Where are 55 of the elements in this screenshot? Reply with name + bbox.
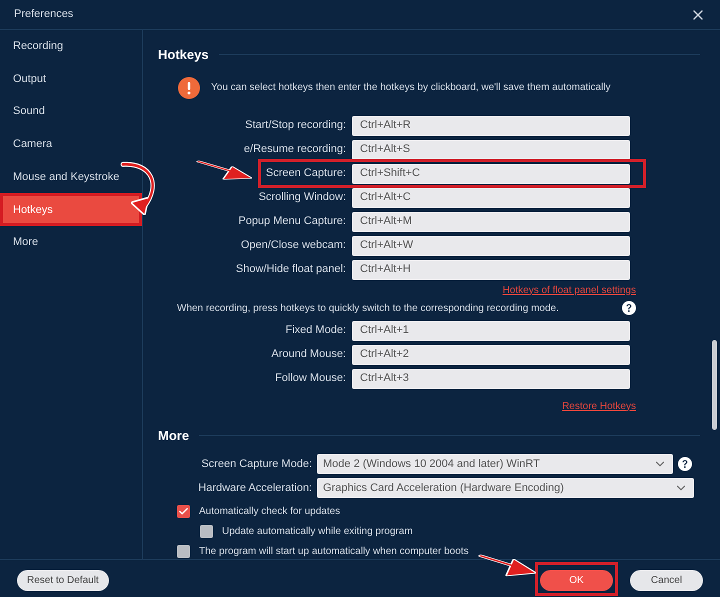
checkbox-label: Automatically check for updates: [199, 505, 340, 519]
hotkey-field[interactable]: Ctrl+Alt+3: [352, 368, 630, 388]
checkbox-label: The program will start up automatically when computer boots: [199, 545, 469, 559]
checkbox-label: Update automatically while exiting program: [222, 525, 413, 539]
checkbox[interactable]: [177, 505, 190, 518]
hotkey-field[interactable]: Ctrl+Alt+S: [352, 140, 630, 160]
sidebar-item[interactable]: Hotkeys: [0, 193, 142, 226]
pointer-arrow: [120, 162, 155, 215]
checkbox[interactable]: [177, 545, 190, 558]
help-icon[interactable]: [678, 457, 692, 471]
mode-note: When recording, press hotkeys to quickly switch to the corresponding recording mode.: [177, 302, 559, 316]
info-text: You can select hotkeys then enter the hotkeys by clickboard, we'll save them automatically: [211, 81, 611, 95]
sidebar-item[interactable]: Mouse and Keystroke: [0, 160, 142, 194]
pointer-arrow: [479, 554, 536, 577]
hotkey-label: Around Mouse:: [271, 347, 346, 362]
dropdown[interactable]: Mode 2 (Windows 10 2004 and later) WinRT: [317, 454, 673, 474]
section-title: More: [158, 426, 190, 444]
hotkey-label: e/Resume recording:: [244, 142, 346, 158]
hotkey-label: Fixed Mode:: [285, 323, 346, 338]
select-label: Hardware Acceleration:: [197, 480, 313, 496]
secondary-button[interactable]: Reset to Default: [17, 570, 109, 590]
sidebar-item[interactable]: Sound: [0, 95, 142, 128]
hotkey-label: Open/Close webcam:: [240, 238, 346, 254]
hotkey-field[interactable]: Ctrl+Alt+M: [352, 212, 630, 232]
hotkey-field[interactable]: Ctrl+Alt+R: [352, 116, 630, 136]
checkbox[interactable]: [200, 525, 213, 538]
secondary-button[interactable]: Cancel: [630, 570, 703, 590]
float-panel-link[interactable]: Hotkeys of float panel settings: [502, 282, 636, 298]
sidebar-item[interactable]: Recording: [0, 30, 142, 63]
warning-icon: [178, 76, 200, 98]
hotkey-label: Scrolling Window:: [258, 190, 346, 206]
hotkey-field[interactable]: Ctrl+Shift+C: [352, 164, 630, 184]
restore-link[interactable]: Restore Hotkeys: [562, 398, 636, 414]
sidebar-item[interactable]: Camera: [0, 128, 142, 161]
hotkey-label: Start/Stop recording:: [245, 118, 346, 134]
hotkey-field[interactable]: Ctrl+Alt+W: [352, 236, 630, 256]
pointer-arrow: [197, 160, 252, 180]
section-title: Hotkeys: [158, 46, 209, 64]
sidebar-item[interactable]: More: [0, 226, 142, 259]
hotkey-field[interactable]: Ctrl+Alt+2: [352, 344, 630, 364]
window-title: Preferences: [14, 7, 74, 22]
hotkey-label: Show/Hide float panel:: [236, 262, 346, 278]
hotkey-label: Follow Mouse:: [275, 371, 346, 386]
ok-button[interactable]: OK: [540, 570, 613, 590]
dropdown[interactable]: Graphics Card Acceleration (Hardware Encoding): [317, 478, 694, 498]
sidebar-item[interactable]: Output: [0, 62, 142, 96]
hotkey-field[interactable]: Ctrl+Alt+C: [352, 188, 630, 208]
hotkey-label: Popup Menu Capture:: [238, 214, 346, 230]
hotkey-field[interactable]: Ctrl+Alt+H: [352, 260, 630, 280]
check-icon: [178, 506, 189, 517]
hotkey-label: Screen Capture:: [266, 166, 346, 182]
select-label: Screen Capture Mode:: [200, 456, 313, 472]
help-icon[interactable]: [622, 301, 636, 315]
hotkey-field[interactable]: Ctrl+Alt+1: [352, 320, 630, 340]
scrollbar[interactable]: [712, 340, 717, 430]
